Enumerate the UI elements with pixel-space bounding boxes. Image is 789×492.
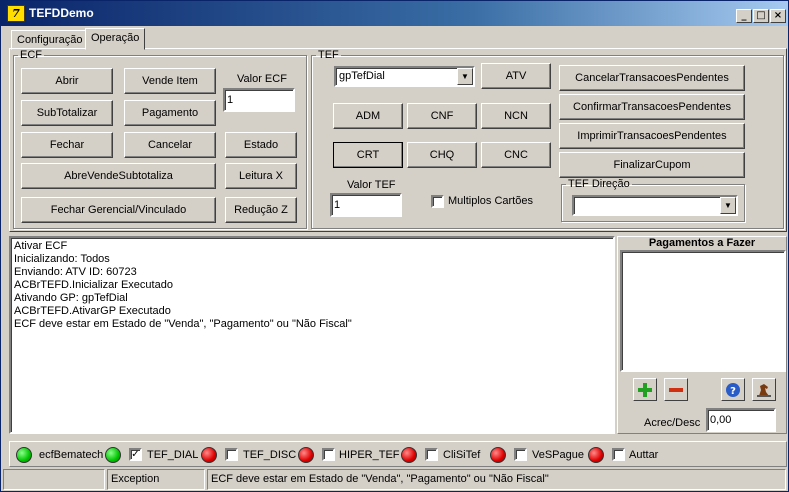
ecfbematech-label: ecfBematech — [39, 449, 104, 461]
auttar-label: Auttar — [629, 449, 659, 461]
help-button[interactable]: ? — [721, 378, 745, 401]
status-led-tef-dial — [105, 447, 121, 463]
fechar-button[interactable]: Fechar — [21, 132, 113, 158]
imprimir-pendentes-button[interactable]: ImprimirTransacoesPendentes — [559, 123, 745, 149]
abre-vende-subtotaliza-button[interactable]: AbreVendeSubtotaliza — [21, 163, 216, 189]
pagamentos-panel: Pagamentos a Fazer ? Acrec/Desc — [617, 236, 787, 434]
statusbar-panel-2: Exception — [107, 469, 205, 490]
pagamento-button[interactable]: Pagamento — [124, 100, 216, 126]
finalizar-cupom-button[interactable]: FinalizarCupom — [559, 152, 745, 178]
status-led-clisitef — [401, 447, 417, 463]
statusbar-panel-1 — [3, 469, 105, 490]
log-line: ACBrTEFD.AtivarGP Executado — [14, 305, 171, 317]
valor-ecf-field[interactable] — [223, 88, 295, 112]
plugin-status-panel: ecfBematech ✓ TEF_DIAL TEF_DISC HIPER_TE… — [9, 441, 787, 467]
close-button[interactable]: × — [770, 9, 786, 23]
minimize-button[interactable]: _ — [736, 9, 752, 23]
reducao-z-button[interactable]: Redução Z — [225, 197, 297, 223]
tef-dial-label: TEF_DIAL — [147, 449, 199, 461]
gp-combobox-value: gpTefDial — [339, 70, 385, 82]
log-line: Enviando: ATV ID: 60723 — [14, 266, 137, 278]
abrir-button[interactable]: Abrir — [21, 68, 113, 94]
add-icon — [638, 382, 652, 397]
chq-button[interactable]: CHQ — [407, 142, 477, 168]
maximize-button[interactable]: □ — [753, 9, 769, 23]
ncn-button[interactable]: NCN — [481, 103, 551, 129]
valor-tef-label: Valor TEF — [347, 179, 396, 191]
crt-button[interactable]: CRT — [333, 142, 403, 168]
valor-tef-field[interactable] — [330, 193, 402, 217]
window-title: TEFDDemo — [29, 6, 94, 20]
horse-icon — [757, 383, 771, 397]
vespague-checkbox[interactable] — [514, 448, 527, 461]
gp-combobox[interactable]: gpTefDial ▼ — [334, 66, 475, 87]
log-line: ECF deve estar em Estado de "Venda", "Pa… — [14, 318, 352, 330]
status-led-hiper-tef — [298, 447, 314, 463]
multiplos-cartoes-checkbox[interactable] — [431, 195, 444, 208]
subtotalizar-button[interactable]: SubTotalizar — [21, 100, 113, 126]
vende-item-button[interactable]: Vende Item — [124, 68, 216, 94]
tef-disc-label: TEF_DISC — [243, 449, 297, 461]
add-button[interactable] — [633, 378, 657, 401]
tef-disc-checkbox[interactable] — [225, 448, 238, 461]
clisitef-checkbox[interactable] — [425, 448, 438, 461]
ecf-group-legend: ECF — [20, 49, 42, 61]
acrec-desc-label: Acrec/Desc — [644, 417, 701, 429]
chevron-down-icon[interactable]: ▼ — [457, 68, 473, 85]
app-icon: 7 — [7, 5, 25, 22]
cancelar-pendentes-button[interactable]: CancelarTransacoesPendentes — [559, 65, 745, 91]
atv-button[interactable]: ATV — [481, 63, 551, 89]
tef-direcao-combobox[interactable]: ▼ — [572, 195, 738, 216]
tef-dial-checkbox[interactable]: ✓ — [129, 448, 142, 461]
acrec-desc-field[interactable] — [706, 408, 776, 432]
log-line: Ativar ECF — [14, 240, 68, 252]
log-line: Ativando GP: gpTefDial — [14, 292, 128, 304]
pagamentos-title: Pagamentos a Fazer — [648, 237, 756, 249]
tef-group-legend: TEF — [318, 49, 339, 61]
status-led-vespague — [490, 447, 506, 463]
horse-button[interactable] — [752, 378, 776, 401]
estado-button[interactable]: Estado — [225, 132, 297, 158]
tab-configuracao[interactable]: Configuração — [11, 30, 89, 50]
hiper-tef-label: HIPER_TEF — [339, 449, 400, 461]
pagamentos-list[interactable] — [620, 250, 786, 372]
status-led-auttar — [588, 447, 604, 463]
valor-ecf-label: Valor ECF — [237, 73, 287, 85]
title-bar[interactable]: 7 TEFDDemo _ □ × — [1, 1, 788, 26]
help-icon: ? — [726, 382, 740, 397]
auttar-checkbox[interactable] — [612, 448, 625, 461]
svg-text:?: ? — [730, 386, 736, 397]
hiper-tef-checkbox[interactable] — [322, 448, 335, 461]
cnf-button[interactable]: CNF — [407, 103, 477, 129]
leitura-x-button[interactable]: Leitura X — [225, 163, 297, 189]
vespague-label: VeSPague — [532, 449, 584, 461]
cnc-button[interactable]: CNC — [481, 142, 551, 168]
confirmar-pendentes-button[interactable]: ConfirmarTransacoesPendentes — [559, 94, 745, 120]
clisitef-label: CliSiTef — [443, 449, 481, 461]
cancelar-button[interactable]: Cancelar — [124, 132, 216, 158]
status-led-tef-disc — [201, 447, 217, 463]
log-line: Inicializando: Todos — [14, 253, 110, 265]
tab-panel-operacao: ECF Abrir Vende Item Valor ECF SubTotali… — [9, 48, 787, 232]
adm-button[interactable]: ADM — [333, 103, 403, 129]
statusbar-panel-3: ECF deve estar em Estado de "Venda", "Pa… — [207, 469, 786, 490]
status-led-ecfbematech — [16, 447, 32, 463]
fechar-gerencial-button[interactable]: Fechar Gerencial/Vinculado — [21, 197, 216, 223]
tef-direcao-legend: TEF Direção — [568, 178, 630, 190]
log-memo[interactable]: Ativar ECF Inicializando: Todos Enviando… — [9, 236, 615, 434]
multiplos-cartoes-label: Multiplos Cartões — [448, 195, 533, 207]
tab-operacao[interactable]: Operação — [85, 28, 146, 50]
remove-button[interactable] — [664, 378, 688, 401]
log-line: ACBrTEFD.Inicializar Executado — [14, 279, 173, 291]
main-window: 7 TEFDDemo _ □ × Configuração Operação E… — [0, 0, 789, 492]
chevron-down-icon[interactable]: ▼ — [720, 197, 736, 214]
remove-icon — [669, 387, 683, 392]
